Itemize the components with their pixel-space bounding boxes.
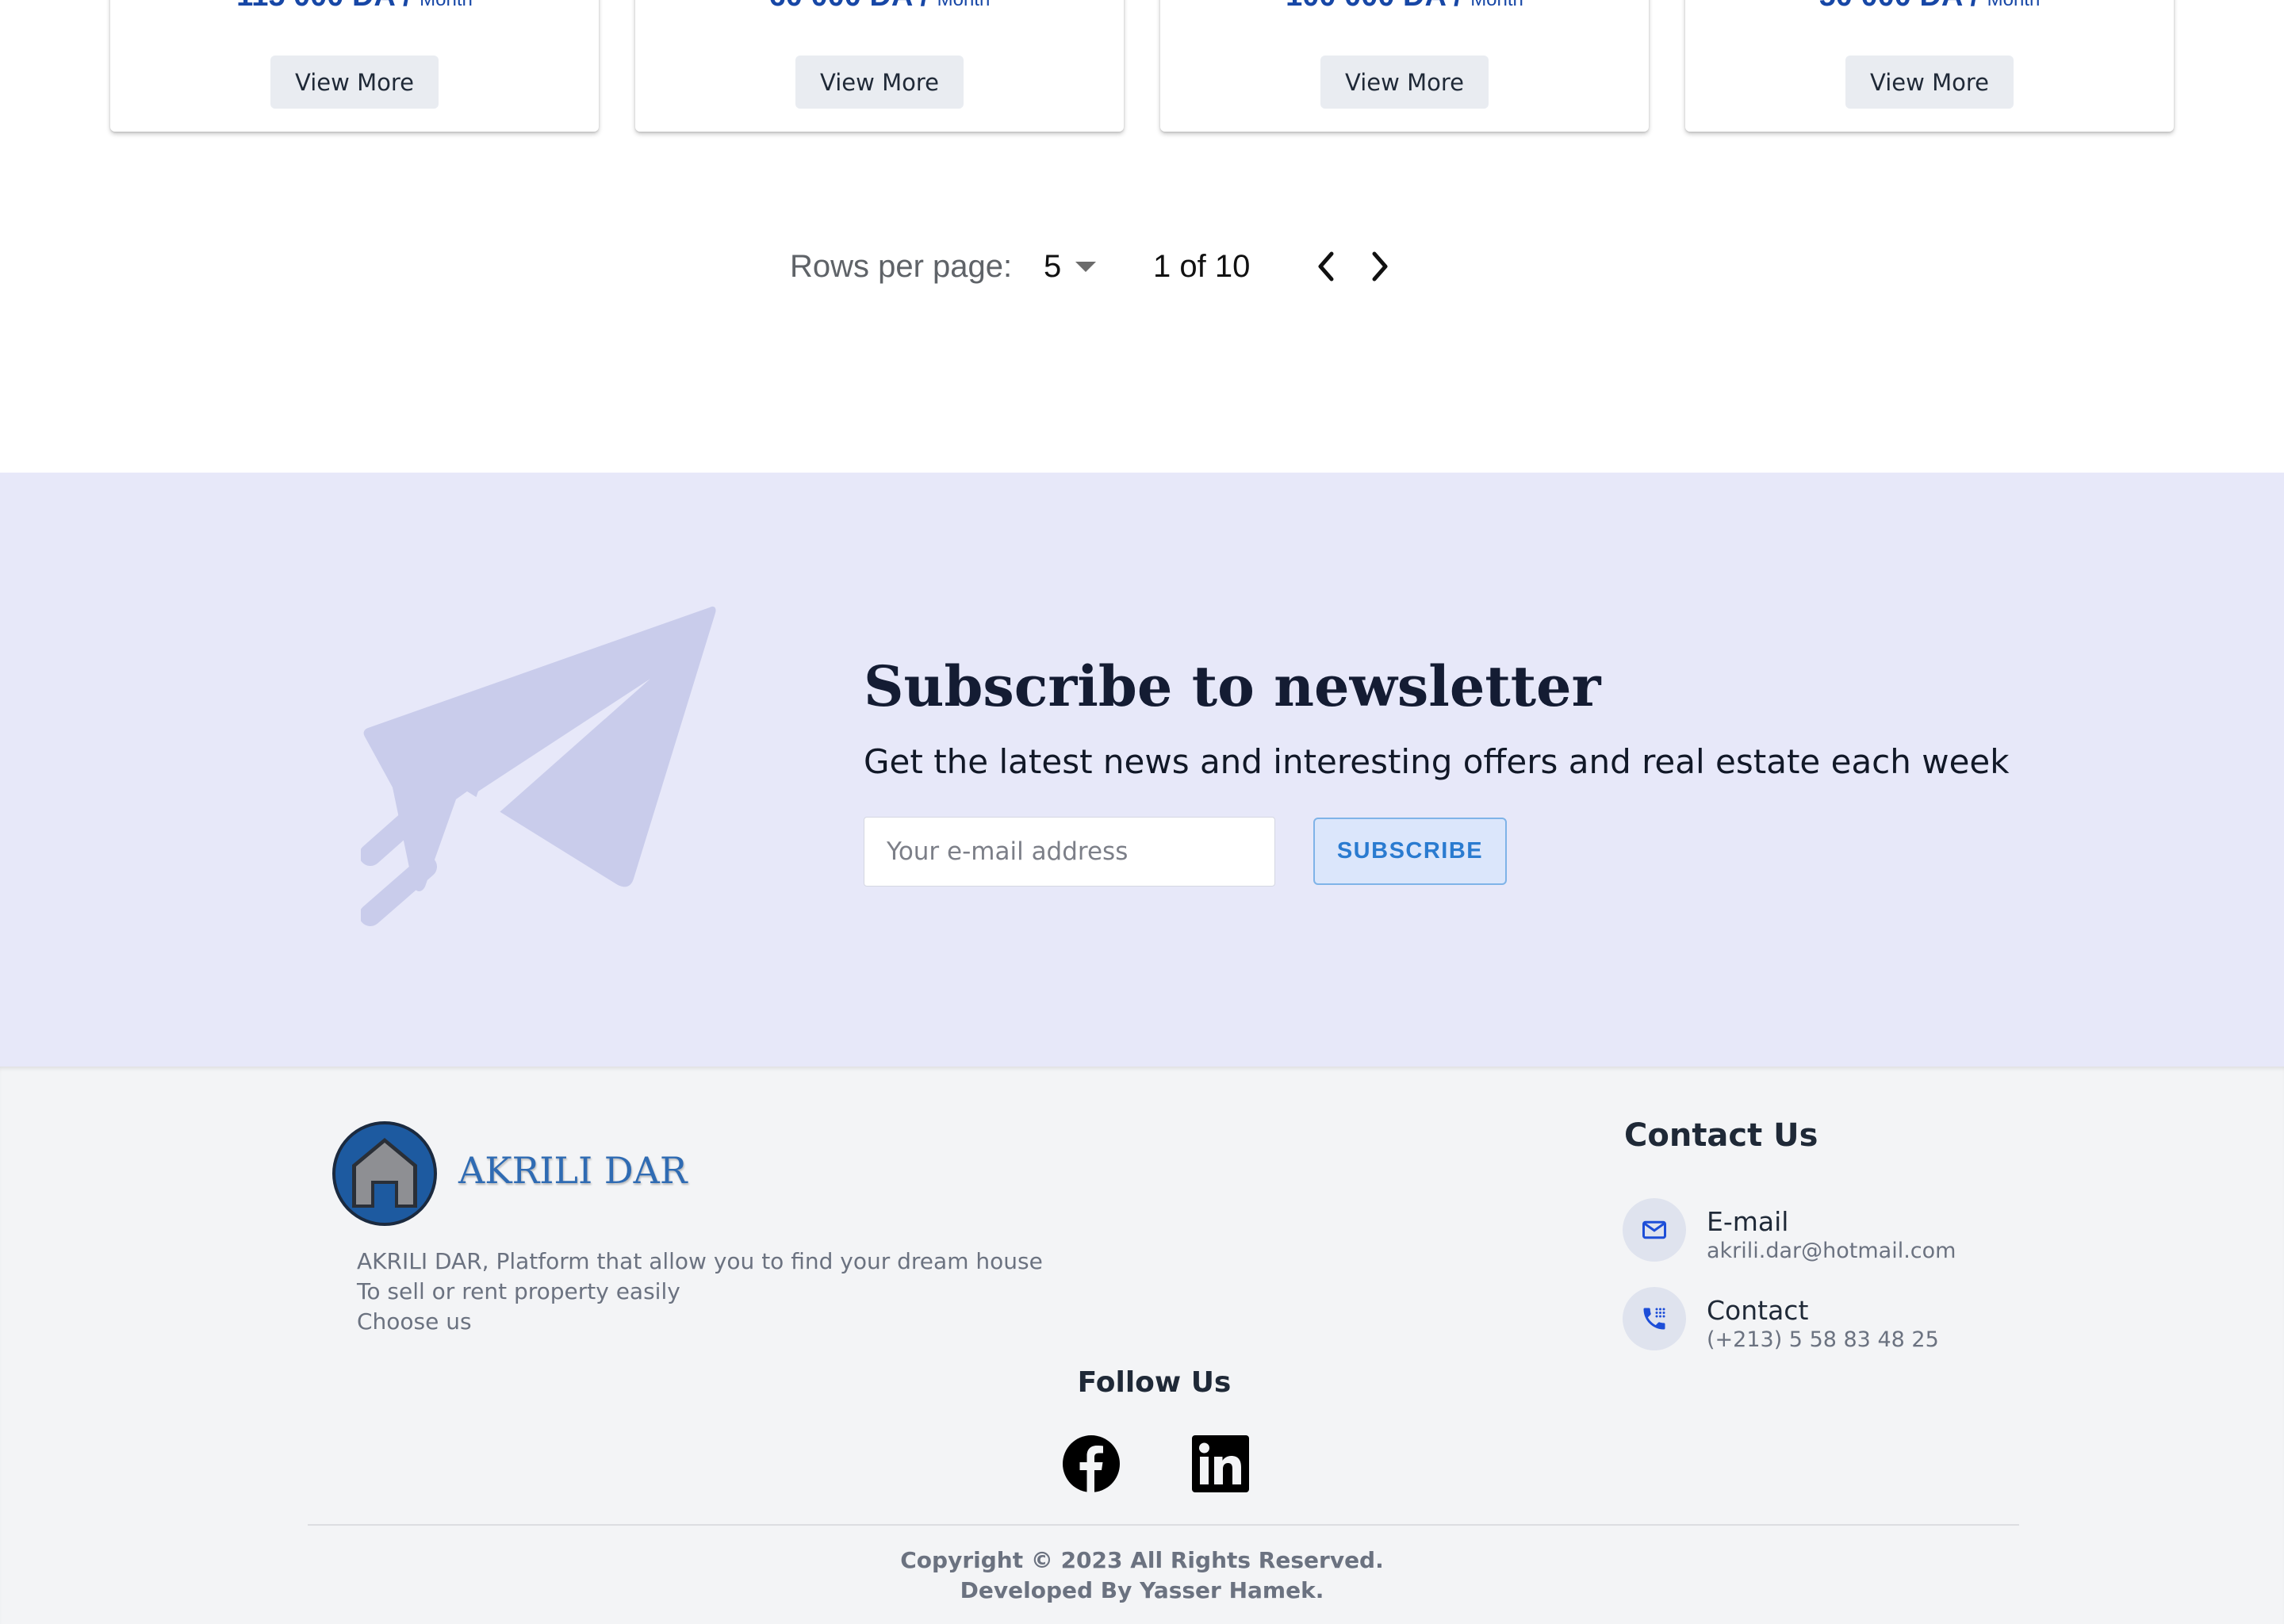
price-unit: Month bbox=[420, 0, 473, 10]
next-page-button[interactable] bbox=[1364, 251, 1396, 282]
price-amount: 100 000 DA / bbox=[1286, 0, 1462, 13]
view-more-button[interactable]: View More bbox=[1845, 56, 2014, 109]
contact-title: Contact Us bbox=[1624, 1117, 1818, 1154]
price-amount: 60 000 DA / bbox=[769, 0, 929, 13]
listing-card: 100 000 DA / Month View More bbox=[1160, 0, 1649, 132]
chevron-right-icon bbox=[1372, 251, 1388, 282]
footer-about: AKRILI DAR, Platform that allow you to f… bbox=[357, 1247, 1043, 1337]
pagination: Rows per page: 5 1 of 10 bbox=[0, 246, 2284, 287]
price-amount: 115 000 DA / bbox=[236, 0, 411, 13]
copyright: Copyright © 2023 All Rights Reserved. De… bbox=[0, 1545, 2284, 1606]
listing-cards: 115 000 DA / Month View More 60 000 DA /… bbox=[110, 0, 2174, 132]
listing-price: 100 000 DA / Month bbox=[1160, 0, 1649, 13]
contact-label: Contact bbox=[1707, 1295, 1809, 1326]
linkedin-link[interactable] bbox=[1192, 1435, 1249, 1492]
listing-price: 50 000 DA / Month bbox=[1685, 0, 2174, 13]
newsletter-subtitle: Get the latest news and interesting offe… bbox=[864, 742, 2010, 781]
contact-label: E-mail bbox=[1707, 1206, 1789, 1237]
developer-line: Developed By Yasser Hamek. bbox=[960, 1577, 1324, 1603]
house-icon[interactable] bbox=[331, 1120, 438, 1227]
rows-per-page-label: Rows per page: bbox=[790, 249, 1013, 284]
contact-phone[interactable]: Contact (+213) 5 58 83 48 25 bbox=[1623, 1287, 1939, 1354]
contact-email[interactable]: E-mail akrili.dar@hotmail.com bbox=[1623, 1198, 1956, 1265]
caret-down-icon bbox=[1075, 261, 1097, 272]
listing-card: 50 000 DA / Month View More bbox=[1685, 0, 2174, 132]
brand-name[interactable]: AKRILI DAR bbox=[458, 1149, 687, 1192]
page-info: 1 of 10 bbox=[1153, 249, 1251, 284]
view-more-button[interactable]: View More bbox=[795, 56, 964, 109]
contact-value[interactable]: akrili.dar@hotmail.com bbox=[1707, 1238, 1956, 1265]
price-unit: Month bbox=[937, 0, 991, 10]
subscribe-button[interactable]: SUBSCRIBE bbox=[1313, 818, 1507, 885]
mail-icon bbox=[1623, 1198, 1686, 1262]
paper-plane-icon bbox=[361, 606, 716, 926]
copyright-line: Copyright © 2023 All Rights Reserved. bbox=[900, 1547, 1384, 1573]
listing-card: 60 000 DA / Month View More bbox=[635, 0, 1124, 132]
facebook-icon bbox=[1063, 1435, 1120, 1492]
footer-divider bbox=[308, 1524, 2019, 1526]
listing-price: 60 000 DA / Month bbox=[635, 0, 1124, 13]
phone-icon bbox=[1623, 1287, 1686, 1350]
linkedin-icon bbox=[1192, 1435, 1249, 1492]
chevron-left-icon bbox=[1318, 251, 1334, 282]
email-input[interactable] bbox=[864, 817, 1275, 887]
about-line: To sell or rent property easily bbox=[357, 1278, 680, 1304]
listing-price: 115 000 DA / Month bbox=[110, 0, 599, 13]
follow-us-title: Follow Us bbox=[1077, 1366, 1232, 1399]
contact-value[interactable]: (+213) 5 58 83 48 25 bbox=[1707, 1327, 1939, 1354]
newsletter-title: Subscribe to newsletter bbox=[864, 653, 1601, 719]
view-more-button[interactable]: View More bbox=[270, 56, 439, 109]
price-unit: Month bbox=[1470, 0, 1523, 10]
previous-page-button[interactable] bbox=[1310, 251, 1342, 282]
listing-card: 115 000 DA / Month View More bbox=[110, 0, 599, 132]
about-line: Choose us bbox=[357, 1308, 472, 1335]
facebook-link[interactable] bbox=[1063, 1435, 1120, 1492]
rows-per-page-value: 5 bbox=[1044, 248, 1062, 284]
price-unit: Month bbox=[1987, 0, 2041, 10]
newsletter-section: Subscribe to newsletter Get the latest n… bbox=[0, 473, 2284, 1067]
footer: AKRILI DAR AKRILI DAR, Platform that all… bbox=[0, 1067, 2284, 1624]
rows-per-page-select[interactable]: 5 bbox=[1044, 246, 1097, 287]
about-line: AKRILI DAR, Platform that allow you to f… bbox=[357, 1248, 1043, 1274]
price-amount: 50 000 DA / bbox=[1819, 0, 1979, 13]
view-more-button[interactable]: View More bbox=[1320, 56, 1489, 109]
